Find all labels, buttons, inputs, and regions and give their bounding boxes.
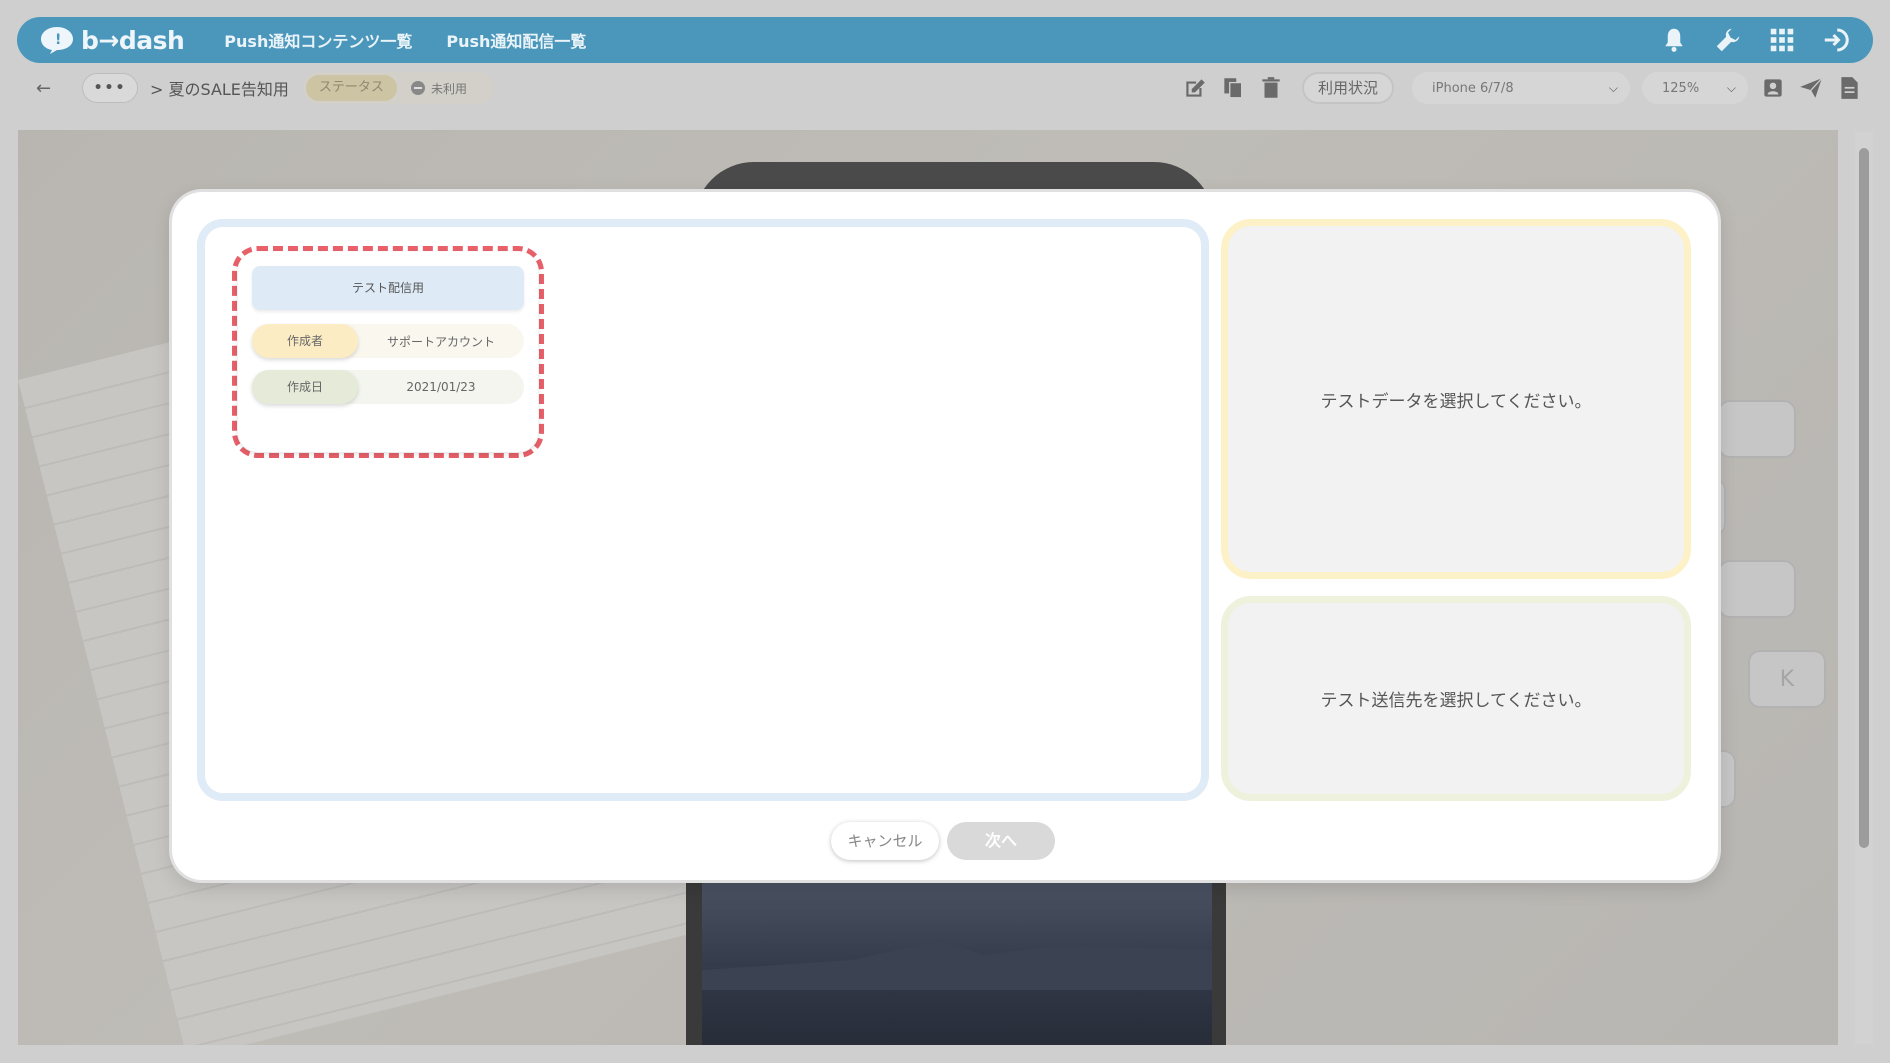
test-destination-prompt: テスト送信先を選択してください。 xyxy=(1320,691,1592,711)
date-row: 作成日 2021/01/23 xyxy=(252,370,524,404)
chevron-down-icon: ⌵ xyxy=(1726,80,1736,95)
content-card[interactable]: テスト配信用 作成者 サポートアカウント 作成日 2021/01/23 xyxy=(238,252,538,452)
nav-push-deliveries[interactable]: Push通知配信一覧 xyxy=(446,28,586,52)
usage-button[interactable]: 利用状況 xyxy=(1301,72,1394,104)
keyboard-key xyxy=(1718,560,1796,618)
logo[interactable]: ! b→dash xyxy=(39,25,185,55)
grid-icon[interactable] xyxy=(1767,25,1797,55)
status-value-text: 未利用 xyxy=(430,81,467,96)
chevron-down-icon: ⌵ xyxy=(1608,80,1618,95)
breadcrumb: > 夏のSALE告知用 xyxy=(150,80,289,99)
svg-text:!: ! xyxy=(55,32,61,48)
copy-icon[interactable] xyxy=(1220,75,1246,101)
date-value: 2021/01/23 xyxy=(406,380,476,394)
document-icon[interactable] xyxy=(1836,75,1862,101)
scrollbar-thumb[interactable] xyxy=(1859,148,1869,848)
send-icon[interactable] xyxy=(1798,75,1824,101)
keyboard-key: K xyxy=(1748,650,1826,708)
card-title: テスト配信用 xyxy=(252,266,524,310)
wrench-icon[interactable] xyxy=(1713,25,1743,55)
next-button[interactable]: 次へ xyxy=(947,822,1055,860)
user-card-icon[interactable] xyxy=(1760,75,1786,101)
device-select-value: iPhone 6/7/8 xyxy=(1432,80,1514,96)
zoom-select[interactable]: 125% ⌵ xyxy=(1642,72,1748,104)
keyboard-key xyxy=(1718,400,1796,458)
content-list-panel: テスト配信用 作成者 サポートアカウント 作成日 2021/01/23 xyxy=(197,219,1209,801)
test-data-prompt: テストデータを選択してください。 xyxy=(1320,391,1592,412)
author-label: 作成者 xyxy=(252,324,358,358)
back-arrow-icon[interactable]: ← xyxy=(36,78,66,99)
author-value: サポートアカウント xyxy=(386,334,495,349)
logout-icon[interactable] xyxy=(1821,25,1851,55)
trash-icon[interactable] xyxy=(1258,75,1284,101)
status-value: 未利用 xyxy=(397,80,491,97)
device-select[interactable]: iPhone 6/7/8 ⌵ xyxy=(1412,72,1630,104)
minus-circle-icon xyxy=(410,81,425,95)
mountain-image xyxy=(702,940,1212,990)
author-row: 作成者 サポートアカウント xyxy=(252,324,524,358)
zoom-select-value: 125% xyxy=(1662,80,1700,96)
status-pill: ステータス 未利用 xyxy=(302,72,494,104)
bell-icon[interactable] xyxy=(1659,25,1689,55)
test-data-panel[interactable]: テストデータを選択してください。 xyxy=(1221,219,1691,579)
edit-icon[interactable] xyxy=(1182,75,1208,101)
test-send-modal: テスト配信用 作成者 サポートアカウント 作成日 2021/01/23 テストデ… xyxy=(172,192,1718,880)
logo-bubble-icon: ! xyxy=(41,27,73,54)
cancel-button[interactable]: キャンセル xyxy=(831,822,939,860)
more-button[interactable]: ••• xyxy=(82,73,138,103)
status-label: ステータス xyxy=(305,75,397,101)
logo-text: b→dash xyxy=(81,25,185,55)
nav-push-contents[interactable]: Push通知コンテンツ一覧 xyxy=(224,28,412,52)
test-destination-panel[interactable]: テスト送信先を選択してください。 xyxy=(1221,596,1691,801)
app-header: ! b→dash Push通知コンテンツ一覧 Push通知配信一覧 xyxy=(17,17,1873,63)
toolbar: ← ••• > 夏のSALE告知用 ステータス 未利用 利用状況 iPhone … xyxy=(10,66,1880,110)
date-label: 作成日 xyxy=(252,370,358,404)
